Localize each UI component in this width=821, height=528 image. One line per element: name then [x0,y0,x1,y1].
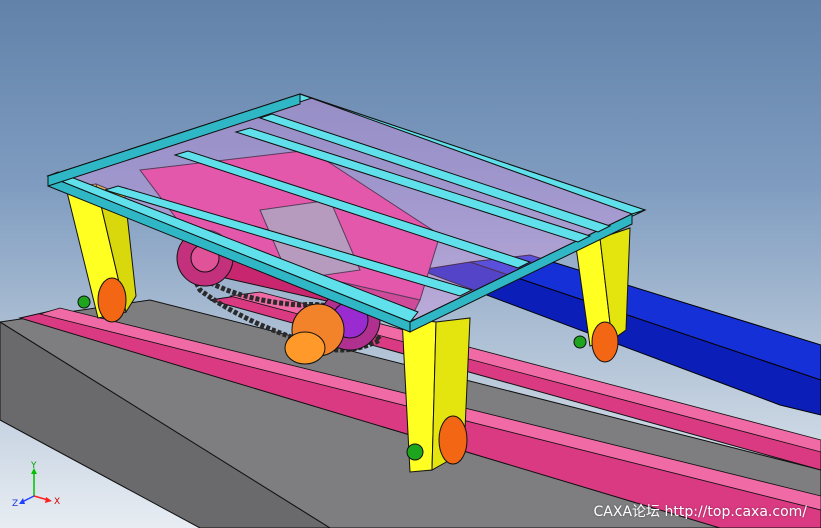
wheel-front-right [438,415,468,465]
cad-model-scene[interactable] [0,0,821,528]
wheel-front-left [97,277,127,323]
axis-triad: Y X Z [10,462,62,512]
wheel-rear-right [591,321,619,363]
3d-viewport[interactable]: Y X Z CAXA论坛 http://top.caxa.com/ [0,0,821,528]
wheel-front-left-axle [77,295,91,309]
axis-label-y: Y [31,461,37,471]
axis-label-z: Z [12,499,19,509]
axis-label-x: X [54,497,61,507]
drive-shaft [284,331,326,365]
forum-watermark: CAXA论坛 http://top.caxa.com/ [593,504,807,520]
wheel-front-right-axle [406,443,424,461]
wheel-rear-right-axle [573,335,587,349]
